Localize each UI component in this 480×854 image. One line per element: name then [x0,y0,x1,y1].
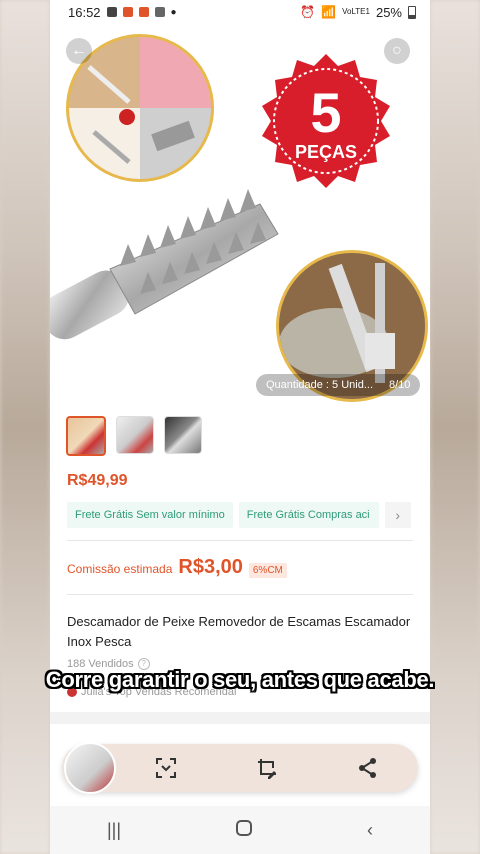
product-price: R$49,99 [67,472,128,489]
commission-value: R$3,00 [178,556,243,578]
more-notifications-dot-icon: ● [170,6,177,18]
commission-tag: 6%CM [248,563,287,578]
background-blur-right [430,0,480,854]
thumbnail-strip [66,416,202,456]
thumbnail-2[interactable] [116,416,154,454]
video-subtitle: Corre garantir o seu, antes que acabe. [45,667,435,692]
phone-screen: 16:52 ● ⏰ 📶 VoLTE1 25% ← ○ 5 PEÇAS Quant… [50,0,430,854]
badge-number: 5 [310,81,341,144]
home-icon[interactable] [235,819,253,842]
notification-icon [154,7,165,17]
shipping-chip-1[interactable]: Frete Grátis Sem valor mínimo [67,502,233,528]
battery-icon [408,5,416,19]
back-arrow-icon[interactable]: ← [66,38,92,64]
product-image-carousel[interactable]: ← ○ 5 PEÇAS Quantidade: 5 Unid... 8/10 [50,24,430,404]
product-title: Descamador de Peixe Removedor de Escamas… [67,614,411,649]
divider [67,540,413,541]
crop-edit-icon[interactable] [217,757,318,779]
recent-apps-icon[interactable]: ||| [107,820,121,841]
thumbnail-1[interactable] [66,416,106,456]
commission-row: Comissão estimada R$3,00 6%CM [67,556,287,579]
quantity-indicator: Quantidade : 5 Unid... 8/10 [256,374,421,396]
screenshot-toolbar [62,742,418,794]
section-separator [50,712,430,724]
alarm-icon: ⏰ [300,5,316,19]
battery-text: 25% [375,4,402,20]
android-nav-bar: ||| ‹ [50,806,430,854]
app-notification-icon [122,7,133,17]
five-pieces-badge: 5 PEÇAS [262,54,390,188]
gallery-icon [106,7,117,17]
scroll-capture-icon[interactable] [116,757,217,779]
shipping-chip-2[interactable]: Frete Grátis Compras aci [238,502,379,528]
quantity-label: Quantidade : 5 Unid... [266,379,374,391]
status-time: 16:52 [68,4,101,20]
wifi-icon: 📶 [321,5,337,19]
shipping-chips: Frete Grátis Sem valor mínimo Frete Grát… [67,502,411,528]
chevron-right-icon[interactable]: › [384,502,411,528]
network-label: VoLTE1 [342,7,370,16]
shopee-icon [138,7,149,17]
image-counter: 8/10 [389,379,411,391]
badge-label: PEÇAS [295,142,357,162]
back-nav-icon[interactable]: ‹ [367,820,373,841]
screenshot-preview-thumbnail[interactable] [64,742,116,794]
divider [67,594,413,595]
commission-label: Comissão estimada [67,562,173,576]
share-icon[interactable] [317,757,418,779]
fish-scaler-image [50,189,279,340]
thumbnail-3[interactable] [164,416,202,454]
background-blur-left [0,0,50,854]
status-bar: 16:52 ● ⏰ 📶 VoLTE1 25% [50,0,430,24]
